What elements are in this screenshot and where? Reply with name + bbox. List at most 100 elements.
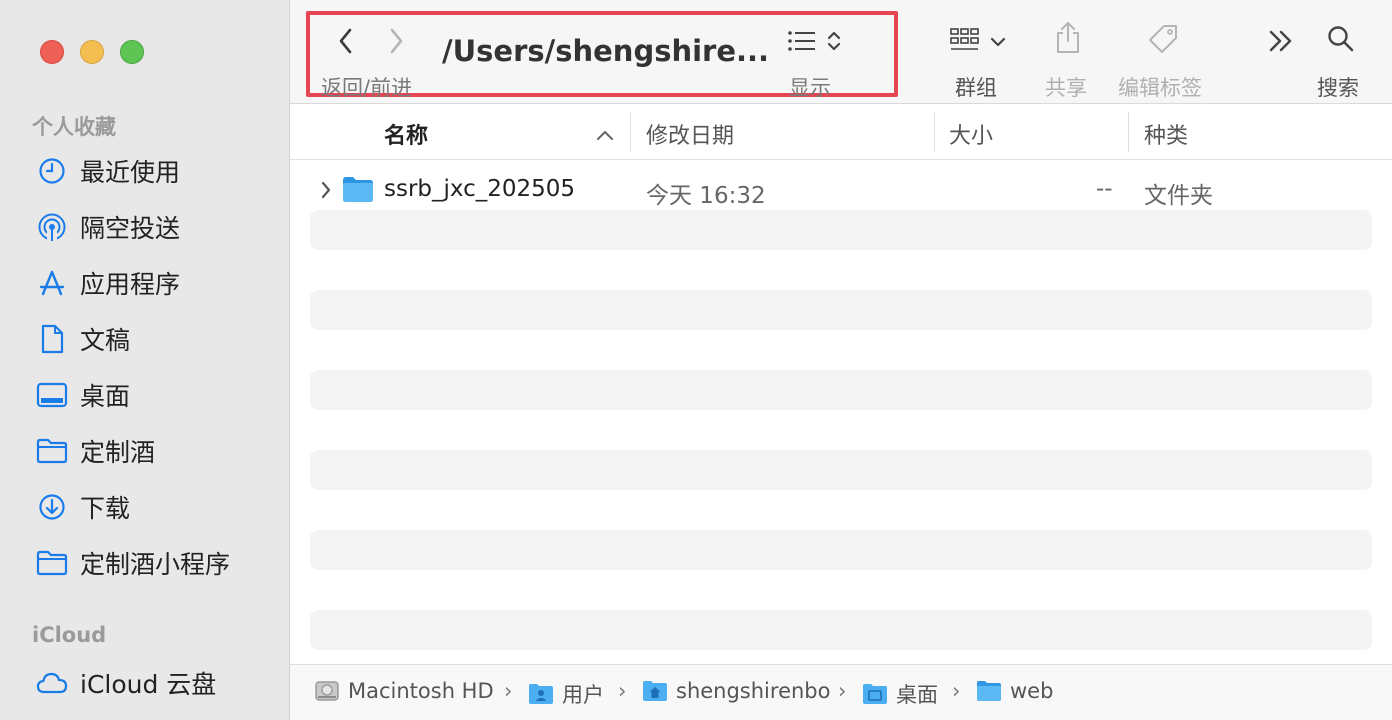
chevron-right-icon (387, 27, 405, 59)
path-item-macintosh-hd[interactable]: Macintosh HD (314, 679, 494, 703)
users-folder-icon (528, 682, 554, 706)
sidebar-item-airdrop[interactable]: 隔空投送 (22, 203, 280, 251)
table-row[interactable]: ssrb_jxc_202505 今天 16:32 -- 文件夹 (310, 170, 1372, 210)
share-icon (1054, 21, 1082, 59)
more-toolbar-items-button[interactable] (1265, 28, 1297, 58)
folder-icon (976, 679, 1002, 703)
column-header-name[interactable]: 名称 (384, 118, 428, 150)
document-icon (36, 323, 68, 355)
list-view-icon (787, 29, 817, 57)
sidebar: 个人收藏 最近使用 隔空投送 应用程序 文稿 桌面 定制酒 下载 定制酒小程序 … (0, 0, 290, 720)
search-label: 搜索 (1317, 76, 1359, 100)
group-label: 群组 (955, 76, 997, 100)
path-item-label: web (1010, 679, 1054, 703)
path-separator-chevron-icon: › (952, 679, 961, 703)
column-header-size[interactable]: 大小 (949, 118, 993, 150)
airdrop-icon (36, 211, 68, 243)
group-button[interactable] (946, 26, 1010, 58)
path-item-label: shengshirenbo (676, 679, 831, 703)
path-bar: Macintosh HD › 用户 › shengshirenbo › 桌面 › (290, 664, 1392, 720)
forward-button[interactable] (379, 26, 413, 60)
share-label: 共享 (1045, 76, 1087, 100)
path-separator-chevron-icon: › (618, 679, 627, 703)
desktop-folder-icon (862, 682, 888, 706)
column-header-modified[interactable]: 修改日期 (646, 118, 734, 150)
empty-row (310, 450, 1372, 490)
folder-icon (342, 175, 374, 207)
column-header-kind[interactable]: 种类 (1144, 118, 1188, 150)
chevron-up-down-icon (827, 29, 841, 57)
download-icon (36, 491, 68, 523)
column-divider[interactable] (1128, 112, 1129, 152)
edit-tags-label: 编辑标签 (1118, 76, 1202, 100)
path-item-label: Macintosh HD (348, 679, 494, 703)
sidebar-item-desktop[interactable]: 桌面 (22, 371, 280, 419)
path-item-desktop[interactable]: 桌面 (862, 679, 938, 709)
cloud-icon (36, 667, 68, 699)
sidebar-item-label: 隔空投送 (80, 214, 181, 243)
folder-icon (36, 435, 68, 467)
sidebar-item-label: 最近使用 (80, 158, 181, 187)
finder-window: 个人收藏 最近使用 隔空投送 应用程序 文稿 桌面 定制酒 下载 定制酒小程序 … (0, 0, 1392, 720)
search-icon (1326, 24, 1356, 58)
sort-ascending-chevron-icon (596, 126, 614, 145)
view-label: 显示 (789, 76, 831, 100)
sidebar-item-label: 文稿 (80, 326, 131, 355)
close-window-button[interactable] (40, 40, 64, 64)
applications-icon (36, 267, 68, 299)
grid-group-icon (950, 27, 980, 57)
sidebar-item-custom-wine[interactable]: 定制酒 (22, 427, 280, 475)
tag-icon (1147, 23, 1179, 59)
sidebar-item-label: 下载 (80, 494, 131, 523)
back-button[interactable] (329, 26, 363, 60)
file-list: ssrb_jxc_202505 今天 16:32 -- 文件夹 (290, 160, 1392, 664)
sidebar-item-label: 定制酒 (80, 438, 156, 467)
sidebar-item-label: 桌面 (80, 382, 131, 411)
home-folder-icon (642, 679, 668, 703)
column-divider[interactable] (934, 112, 935, 152)
sidebar-item-label: 应用程序 (80, 270, 181, 299)
path-separator-chevron-icon: › (504, 679, 513, 703)
path-item-home[interactable]: shengshirenbo (642, 679, 830, 703)
toolbar: 返回/前进 /Users/shengshire... 显示 群组 共享 编辑标签… (290, 0, 1392, 104)
folder-icon (36, 547, 68, 579)
window-title-path: /Users/shengshire... (442, 34, 770, 68)
file-modified: 今天 16:32 (646, 183, 766, 209)
sidebar-item-label: 定制酒小程序 (80, 550, 231, 579)
sidebar-item-documents[interactable]: 文稿 (22, 315, 280, 363)
zoom-window-button[interactable] (120, 40, 144, 64)
column-header-row: 名称 修改日期 大小 种类 (290, 104, 1392, 160)
path-item-users[interactable]: 用户 (528, 679, 604, 709)
sidebar-item-applications[interactable]: 应用程序 (22, 259, 280, 307)
empty-row (310, 610, 1372, 650)
search-button[interactable] (1324, 24, 1358, 58)
path-separator-chevron-icon: › (838, 679, 847, 703)
chevron-left-icon (337, 27, 355, 59)
disclosure-triangle-icon[interactable] (320, 180, 332, 204)
path-item-web[interactable]: web (976, 679, 1053, 703)
file-name: ssrb_jxc_202505 (384, 176, 576, 202)
sidebar-item-custom-wine-miniprogram[interactable]: 定制酒小程序 (22, 539, 280, 587)
file-size: -- (1096, 176, 1113, 202)
desktop-icon (36, 379, 68, 411)
file-kind: 文件夹 (1144, 183, 1213, 209)
favorites-section-label: 个人收藏 (32, 115, 116, 139)
sidebar-item-downloads[interactable]: 下载 (22, 483, 280, 531)
minimize-window-button[interactable] (80, 40, 104, 64)
clock-icon (36, 155, 68, 187)
column-divider[interactable] (630, 112, 631, 152)
icloud-section-label: iCloud (32, 623, 107, 647)
path-item-label: 桌面 (896, 683, 938, 707)
chevron-down-icon (990, 33, 1006, 52)
sidebar-item-label: iCloud 云盘 (80, 670, 217, 699)
sidebar-item-icloud-drive[interactable]: iCloud 云盘 (22, 659, 280, 707)
hard-drive-icon (314, 679, 340, 703)
empty-row (310, 370, 1372, 410)
view-options-button[interactable] (782, 28, 846, 58)
edit-tags-button[interactable] (1145, 24, 1181, 58)
sidebar-item-recents[interactable]: 最近使用 (22, 147, 280, 195)
back-forward-label: 返回/前进 (321, 76, 413, 100)
empty-row (310, 290, 1372, 330)
empty-row (310, 210, 1372, 250)
share-button[interactable] (1050, 22, 1086, 58)
